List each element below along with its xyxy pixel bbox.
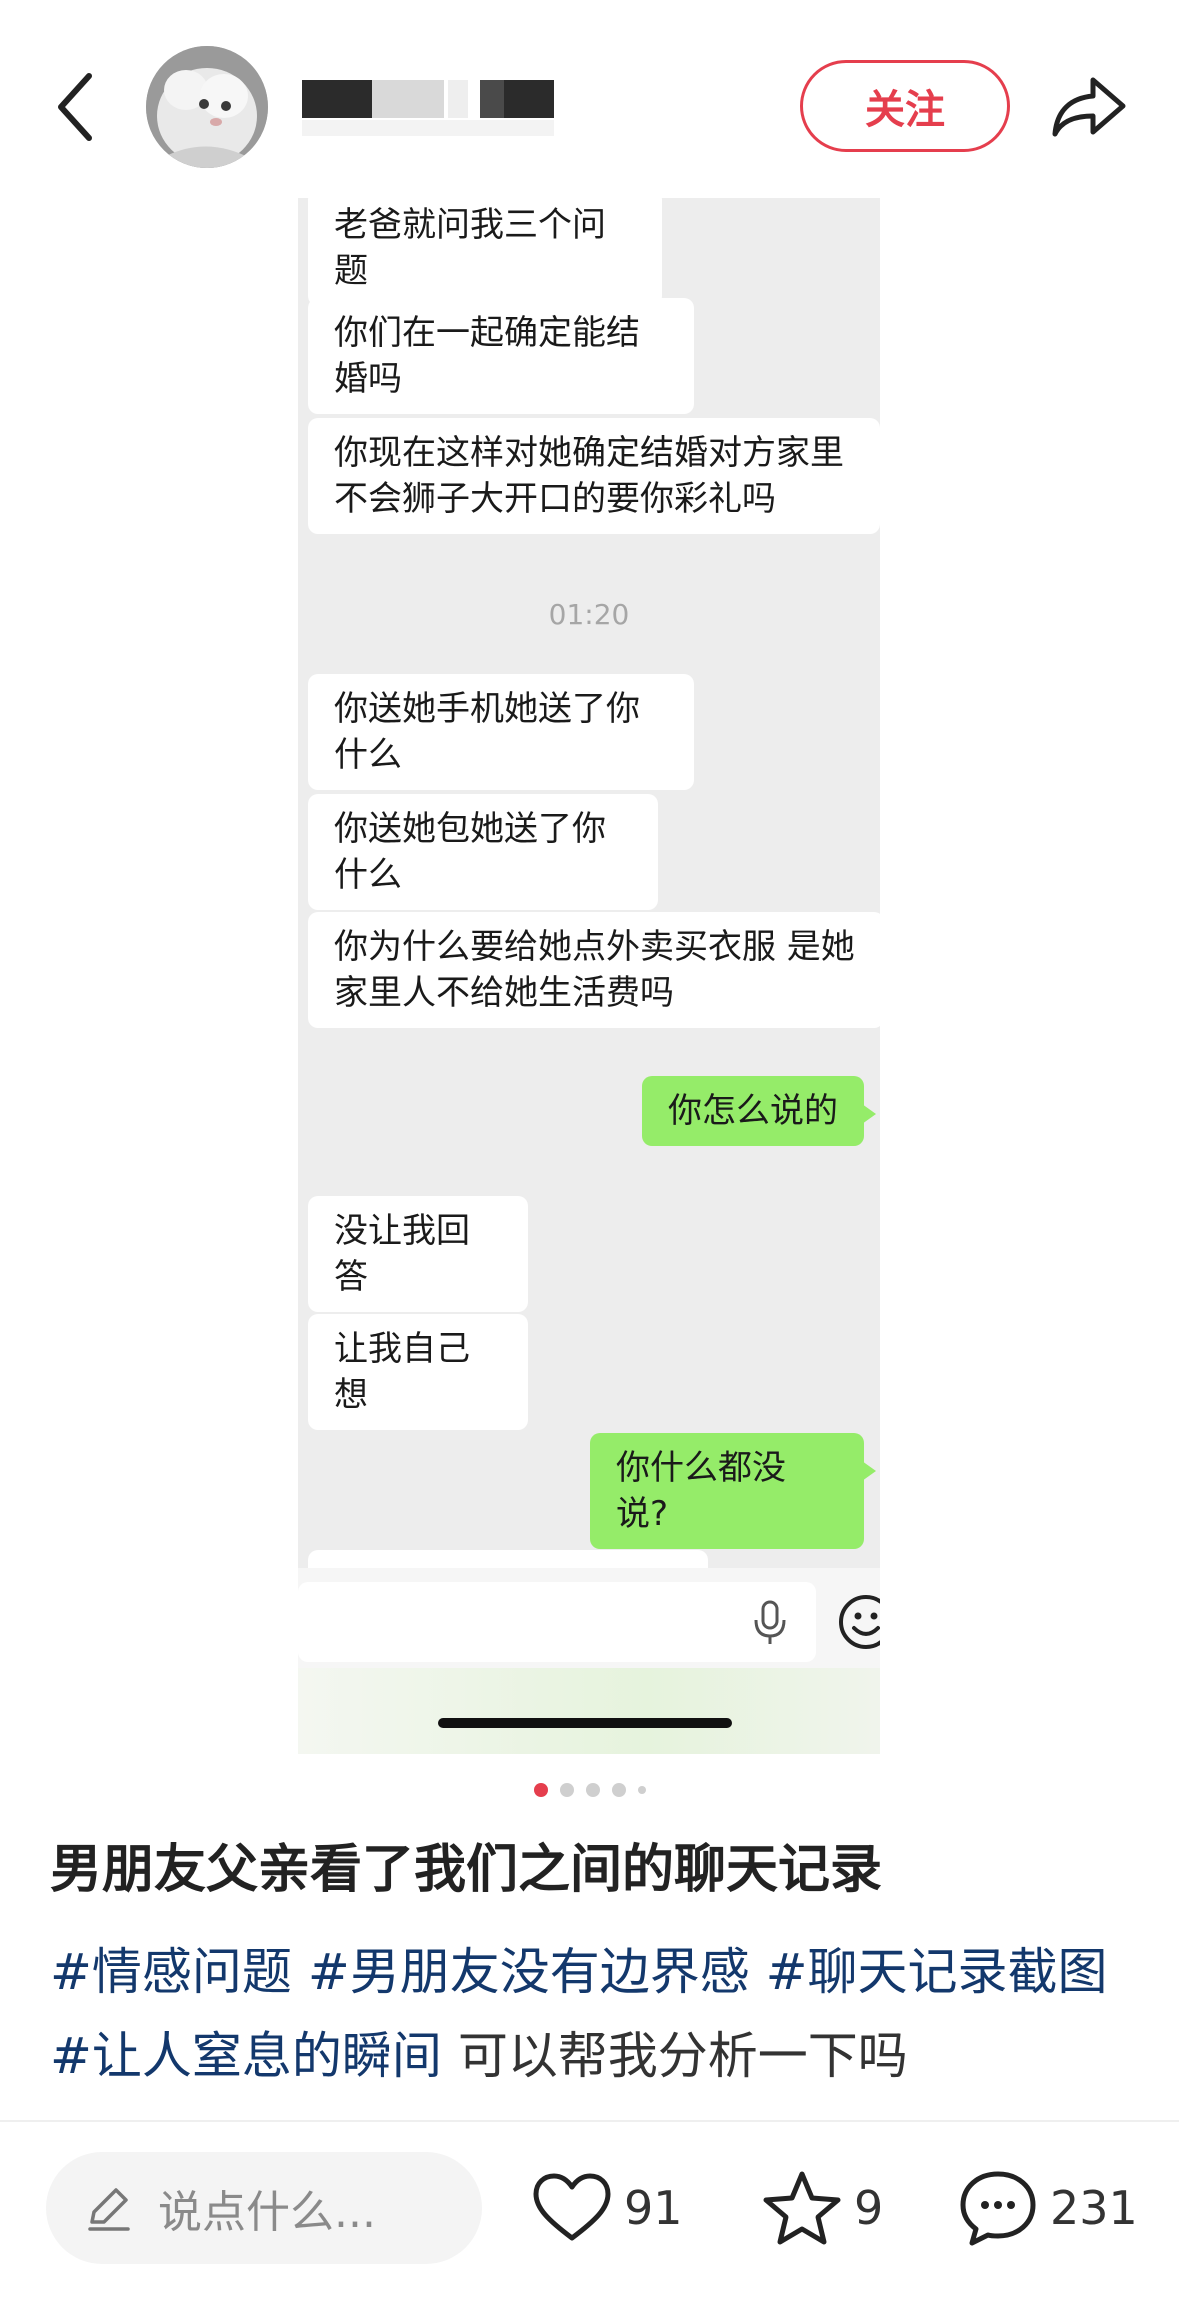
chat-screenshot-image[interactable]: 老爸就问我三个问题 你们在一起确定能结婚吗 你现在这样对她确定结婚对方家里不会狮… (298, 198, 880, 1754)
hashtag-link[interactable]: #情感问题 (50, 1943, 292, 2001)
share-icon (1052, 77, 1126, 137)
chat-bubble-right: 你怎么说的 (642, 1076, 876, 1146)
page-dot[interactable] (585, 1783, 600, 1797)
post-header: 关注 (0, 0, 1179, 200)
username-redacted (298, 80, 558, 140)
favorite-count: 9 (854, 2181, 884, 2235)
comment-placeholder: 说点什么... (158, 2187, 376, 2238)
chat-bubble-left: 你为什么要给她点外卖买衣服 是她家里人不给她生活费吗 (308, 912, 880, 1028)
pencil-icon (88, 2188, 130, 2231)
comment-bubble-icon (960, 2171, 1036, 2246)
chat-input-field (298, 1582, 816, 1662)
chat-bubble-left: 你送她手机她送了你什么 (308, 674, 694, 790)
chat-bubble-right: 你什么都没说? (590, 1433, 876, 1549)
hashtag-link[interactable]: #聊天记录截图 (766, 1943, 1108, 2001)
comment-button[interactable]: 231 (958, 2160, 1138, 2256)
emoji-icon (839, 1595, 880, 1649)
post-text: 可以帮我分析一下吗 (457, 2027, 908, 2085)
chat-bubble-left: 老爸就问我三个问题 (308, 198, 662, 306)
chat-bubble-left: 你送她包她送了你什么 (308, 794, 658, 910)
share-button[interactable] (1044, 64, 1134, 150)
hashtag-link[interactable]: #男朋友没有边界感 (308, 1943, 750, 2001)
chat-bubble-left: 你们在一起确定能结婚吗 (308, 298, 694, 414)
favorite-button[interactable]: 9 (762, 2160, 883, 2256)
page-dot[interactable] (559, 1783, 574, 1797)
post-title: 男朋友父亲看了我们之间的聊天记录 (50, 1840, 883, 1900)
image-pagination (0, 1780, 1179, 1800)
comment-input[interactable]: 说点什么... (46, 2152, 482, 2264)
divider (0, 2120, 1179, 2122)
chevron-left-icon (58, 73, 92, 141)
chat-input-bar (298, 1568, 880, 1668)
like-button[interactable]: 91 (532, 2160, 683, 2256)
post-body: #情感问题 #男朋友没有边界感 #聊天记录截图 #让人窒息的瞬间 可以帮我分析一… (50, 1930, 1140, 2098)
chat-bubble-left: 你现在这样对她确定结婚对方家里不会狮子大开口的要你彩礼吗 (308, 418, 880, 534)
heart-icon (533, 2173, 611, 2241)
chat-bubble-left: 没让我回答 (308, 1196, 528, 1312)
avatar[interactable] (146, 46, 268, 168)
hashtag-link[interactable]: #让人窒息的瞬间 (50, 2027, 442, 2085)
cat-avatar-image (146, 46, 268, 168)
chat-bubble-left: 让我自己想 (308, 1314, 528, 1430)
back-button[interactable] (40, 62, 110, 152)
page-dot[interactable] (637, 1786, 646, 1794)
page-dot[interactable] (611, 1783, 626, 1797)
comment-count: 231 (1050, 2181, 1138, 2235)
like-count: 91 (624, 2181, 683, 2235)
microphone-icon (754, 1600, 786, 1644)
follow-button[interactable]: 关注 (800, 60, 1010, 152)
keyboard-area (298, 1668, 880, 1754)
chat-timestamp: 01:20 (548, 598, 630, 631)
page-dot-active[interactable] (533, 1783, 548, 1797)
star-icon (763, 2171, 841, 2245)
home-indicator (438, 1718, 732, 1728)
